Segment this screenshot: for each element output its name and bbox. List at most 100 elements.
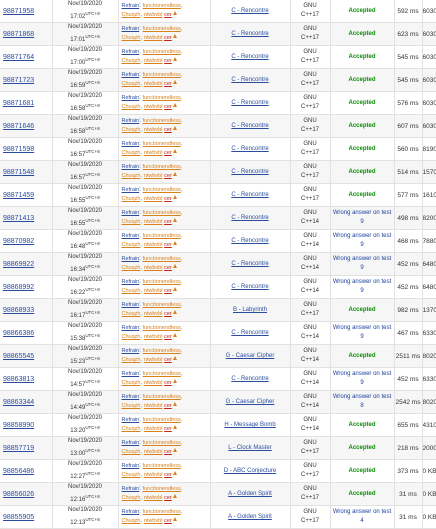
member-link[interactable]: Refrain (122, 348, 140, 354)
member-link[interactable]: functionendless (143, 394, 181, 400)
submission-id-link[interactable]: 98865545 (3, 353, 34, 360)
member-link[interactable]: functionendless (143, 3, 181, 9)
submission-id-link[interactable]: 98871868 (3, 31, 34, 38)
problem-link[interactable]: C - Rencontre (231, 8, 268, 14)
member-link[interactable]: ntwbvbl (144, 219, 163, 225)
member-link[interactable]: Chuqzh (122, 104, 141, 110)
problem-link[interactable]: H - Message Bomb (224, 422, 275, 428)
member-link[interactable]: Chuqzh (122, 150, 141, 156)
member-link[interactable]: Chuqzh (122, 288, 141, 294)
member-link[interactable]: ntwbvbl (144, 472, 163, 478)
problem-link[interactable]: C - Rencontre (231, 54, 268, 60)
member-link[interactable]: ntwbvbl (144, 426, 163, 432)
member-link[interactable]: functionendless (143, 417, 181, 423)
submission-id-link[interactable]: 98856486 (3, 468, 34, 475)
member-link[interactable]: Chuqzh (122, 518, 141, 524)
member-link[interactable]: functionendless (143, 371, 181, 377)
member-link[interactable]: ntwbvbl (144, 518, 163, 524)
submission-id-link[interactable]: 98870982 (3, 238, 34, 245)
submission-id-link[interactable]: 98866386 (3, 330, 34, 337)
member-link[interactable]: Refrain (122, 463, 140, 469)
submission-id-link[interactable]: 98871598 (3, 146, 34, 153)
problem-link[interactable]: C - Rencontre (231, 192, 268, 198)
submission-id-link[interactable]: 98869922 (3, 261, 34, 268)
member-link[interactable]: Chuqzh (122, 403, 141, 409)
member-link[interactable]: Refrain (122, 187, 140, 193)
member-link[interactable]: Refrain (122, 210, 140, 216)
member-link[interactable]: Chuqzh (122, 196, 141, 202)
member-link[interactable]: Chuqzh (122, 495, 141, 501)
member-link[interactable]: cer (164, 242, 172, 248)
member-link[interactable]: Refrain (122, 49, 140, 55)
member-link[interactable]: Chuqzh (122, 81, 141, 87)
member-link[interactable]: ntwbvbl (144, 288, 163, 294)
member-link[interactable]: cer (164, 288, 172, 294)
member-link[interactable]: cer (164, 403, 172, 409)
member-link[interactable]: Refrain (122, 233, 140, 239)
member-link[interactable]: Chuqzh (122, 334, 141, 340)
member-link[interactable]: cer (164, 58, 172, 64)
problem-link[interactable]: A - Golden Spirit (228, 514, 272, 520)
member-link[interactable]: ntwbvbl (144, 173, 163, 179)
member-link[interactable]: Chuqzh (122, 58, 141, 64)
problem-link[interactable]: C - Rencontre (231, 376, 268, 382)
member-link[interactable]: cer (164, 127, 172, 133)
member-link[interactable]: functionendless (143, 210, 181, 216)
problem-link[interactable]: C - Rencontre (231, 284, 268, 290)
member-link[interactable]: cer (164, 81, 172, 87)
member-link[interactable]: cer (164, 265, 172, 271)
submission-id-link[interactable]: 98871459 (3, 192, 34, 199)
member-link[interactable]: ntwbvbl (144, 12, 163, 18)
member-link[interactable]: Chuqzh (122, 173, 141, 179)
submission-id-link[interactable]: 98871681 (3, 100, 34, 107)
member-link[interactable]: ntwbvbl (144, 265, 163, 271)
member-link[interactable]: cer (164, 426, 172, 432)
member-link[interactable]: cer (164, 495, 172, 501)
member-link[interactable]: Refrain (122, 417, 140, 423)
problem-link[interactable]: D - ABC Conjecture (224, 468, 276, 474)
member-link[interactable]: Refrain (122, 164, 140, 170)
member-link[interactable]: Refrain (122, 256, 140, 262)
member-link[interactable]: functionendless (143, 141, 181, 147)
member-link[interactable]: cer (164, 380, 172, 386)
problem-link[interactable]: C - Rencontre (231, 215, 268, 221)
submission-id-link[interactable]: 98871413 (3, 215, 34, 222)
member-link[interactable]: functionendless (143, 509, 181, 515)
member-link[interactable]: ntwbvbl (144, 403, 163, 409)
member-link[interactable]: ntwbvbl (144, 357, 163, 363)
member-link[interactable]: functionendless (143, 72, 181, 78)
member-link[interactable]: Refrain (122, 325, 140, 331)
member-link[interactable]: cer (164, 150, 172, 156)
problem-link[interactable]: C - Rencontre (231, 100, 268, 106)
member-link[interactable]: functionendless (143, 325, 181, 331)
member-link[interactable]: Refrain (122, 279, 140, 285)
member-link[interactable]: Refrain (122, 72, 140, 78)
submission-id-link[interactable]: 98863344 (3, 399, 34, 406)
member-link[interactable]: Chuqzh (122, 357, 141, 363)
problem-link[interactable]: A - Golden Spirit (228, 491, 272, 497)
member-link[interactable]: functionendless (143, 233, 181, 239)
member-link[interactable]: ntwbvbl (144, 150, 163, 156)
problem-link[interactable]: C - Rencontre (231, 261, 268, 267)
member-link[interactable]: functionendless (143, 348, 181, 354)
submission-id-link[interactable]: 98868933 (3, 307, 34, 314)
member-link[interactable]: Refrain (122, 394, 140, 400)
member-link[interactable]: cer (164, 357, 172, 363)
member-link[interactable]: Chuqzh (122, 380, 141, 386)
member-link[interactable]: ntwbvbl (144, 35, 163, 41)
member-link[interactable]: Refrain (122, 118, 140, 124)
member-link[interactable]: functionendless (143, 256, 181, 262)
member-link[interactable]: functionendless (143, 279, 181, 285)
member-link[interactable]: Refrain (122, 509, 140, 515)
submission-id-link[interactable]: 98871723 (3, 77, 34, 84)
member-link[interactable]: Chuqzh (122, 472, 141, 478)
member-link[interactable]: ntwbvbl (144, 495, 163, 501)
member-link[interactable]: Chuqzh (122, 242, 141, 248)
submission-id-link[interactable]: 98871646 (3, 123, 34, 130)
member-link[interactable]: Chuqzh (122, 426, 141, 432)
member-link[interactable]: Refrain (122, 26, 140, 32)
problem-link[interactable]: G - Caesar Cipher (226, 353, 275, 359)
member-link[interactable]: functionendless (143, 187, 181, 193)
member-link[interactable]: functionendless (143, 486, 181, 492)
member-link[interactable]: ntwbvbl (144, 104, 163, 110)
